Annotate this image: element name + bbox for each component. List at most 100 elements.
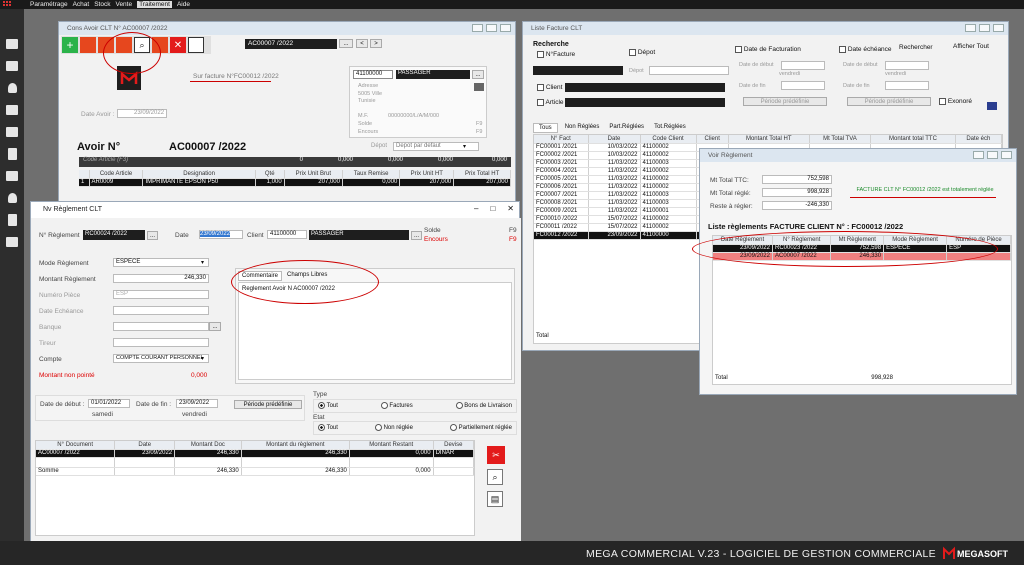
col-date-doc[interactable]: Date	[114, 441, 176, 450]
col-code-client[interactable]: Code Client	[640, 135, 697, 144]
client-checkbox[interactable]	[537, 84, 544, 91]
date-echeance-reglement-field[interactable]	[113, 306, 209, 315]
depot-filter-select[interactable]	[649, 66, 729, 75]
num-reglement-field[interactable]: RC00024 /2022	[83, 230, 145, 240]
type-tout-radio[interactable]: Tout	[318, 402, 338, 410]
add-button[interactable]: +	[62, 37, 78, 53]
periode-echeance-button[interactable]: Période prédéfinie	[847, 97, 931, 106]
box-icon[interactable]	[0, 99, 24, 121]
export-button[interactable]	[188, 37, 204, 53]
etat-tout-radio[interactable]: Tout	[318, 424, 338, 432]
client-reglement-more-button[interactable]: ...	[411, 231, 422, 240]
maximize-button[interactable]	[979, 24, 990, 32]
montant-reglement-field[interactable]: 246,330	[113, 274, 209, 283]
minimize-button[interactable]	[965, 24, 976, 32]
client-filter-field[interactable]	[565, 83, 725, 92]
cashier-icon[interactable]	[0, 231, 24, 253]
rechercher-button[interactable]: Rechercher	[899, 44, 933, 51]
depot-check[interactable]: Dépot	[629, 49, 655, 56]
article-checkbox[interactable]	[537, 99, 544, 106]
minimize-button[interactable]	[472, 24, 483, 32]
code-article-field[interactable]: Code Article (F3)	[79, 157, 239, 167]
copy-document-button[interactable]	[80, 37, 96, 53]
date-echeance-check[interactable]: Date échéance	[839, 46, 892, 53]
etat-partielle-radio[interactable]: Partiellement réglée	[449, 424, 512, 432]
close-button[interactable]	[1001, 151, 1012, 159]
date-fin-field[interactable]	[781, 81, 825, 90]
col-n-document[interactable]: N° Document	[36, 441, 116, 450]
compte-select[interactable]: COMPTE COURANT PERSONNEL	[113, 354, 209, 363]
briefcase-icon[interactable]	[0, 33, 24, 55]
table-row[interactable]: 1 AR0009 IMPRIMANTE EPSON P50 1,000 207,…	[79, 178, 511, 187]
minimize-button[interactable]: –	[474, 204, 478, 213]
col-montant-restant[interactable]: Montant Restant	[349, 441, 434, 450]
date-reglement-field[interactable]: 23/09/2022	[199, 230, 243, 239]
col-client[interactable]: Client	[696, 135, 729, 144]
menu-aide[interactable]: Aide	[177, 1, 190, 8]
tireur-field[interactable]	[113, 338, 209, 347]
col-tva[interactable]: Mt Total TVA	[809, 135, 872, 144]
banque-more-button[interactable]: ...	[209, 322, 221, 331]
num-more-button[interactable]: ...	[147, 231, 158, 240]
close-button[interactable]	[993, 24, 1004, 32]
nav-more-button[interactable]: ...	[339, 39, 353, 48]
col-date-ech[interactable]: Date éch	[955, 135, 1002, 144]
nfacture-check[interactable]: N°Facture	[537, 51, 575, 58]
banque-field[interactable]	[113, 322, 209, 331]
date-echeance-checkbox[interactable]	[839, 46, 846, 53]
echeance-fin-field[interactable]	[885, 81, 929, 90]
date-fin-reglement-field[interactable]: 23/09/2022	[176, 399, 218, 408]
date-avoir-field[interactable]: 23/09/2022	[117, 109, 167, 118]
date-facturation-check[interactable]: Date de Facturation	[735, 46, 801, 53]
print-doc-button[interactable]: ▤	[487, 491, 503, 507]
col-remise[interactable]: Taux Remise	[342, 170, 401, 179]
col-montant-ht[interactable]: Montant Total HT	[728, 135, 810, 144]
menu-achat[interactable]: Achat	[73, 1, 90, 8]
nfacture-checkbox[interactable]	[537, 51, 544, 58]
periode-button[interactable]: Période prédéfinie	[743, 97, 827, 106]
col-qte[interactable]: Qté	[255, 170, 285, 179]
mode-chevron-icon[interactable]: ▾	[201, 259, 204, 266]
client-code-field[interactable]: 41100000	[353, 70, 393, 79]
minimize-button[interactable]	[973, 151, 984, 159]
tab-part-reglees[interactable]: Part.Réglées	[606, 123, 647, 133]
nfacture-field[interactable]	[533, 66, 623, 75]
document-icon[interactable]	[0, 143, 24, 165]
maximize-button[interactable]: □	[490, 204, 495, 213]
col-montant-doc[interactable]: Montant Doc	[174, 441, 242, 450]
file-icon[interactable]	[0, 209, 24, 231]
truck-icon[interactable]	[0, 55, 24, 77]
echeance-debut-field[interactable]	[885, 61, 929, 70]
client-check[interactable]: Client	[537, 84, 562, 91]
depot-select[interactable]: Depot par defaut	[393, 142, 479, 151]
exonore-checkbox[interactable]	[939, 98, 946, 105]
person-icon[interactable]	[0, 187, 24, 209]
menu-parametrage[interactable]: Paramétrage	[30, 1, 68, 8]
menu-stock[interactable]: Stock	[94, 1, 110, 8]
col-devise[interactable]: Devise	[433, 441, 474, 450]
exonore-check[interactable]: Exonoré	[939, 98, 972, 105]
col-code[interactable]: Code Article	[89, 170, 144, 179]
client-more-button[interactable]: ...	[472, 70, 484, 79]
client-code-reglement[interactable]: 41100000	[267, 230, 307, 239]
type-factures-radio[interactable]: Factures	[380, 402, 413, 410]
menu-vente[interactable]: Vente	[115, 1, 132, 8]
date-facturation-checkbox[interactable]	[735, 46, 742, 53]
table-row[interactable]: AC00007 /2022 23/09/2022 246,330 246,330…	[36, 449, 474, 458]
maximize-button[interactable]	[486, 24, 497, 32]
close-button[interactable]: ✕	[507, 204, 514, 213]
mode-reglement-select[interactable]: ESPECE	[113, 258, 209, 267]
col-brut[interactable]: Prix Unit Brut	[284, 170, 343, 179]
user-icon[interactable]	[0, 77, 24, 99]
depot-checkbox[interactable]	[629, 49, 636, 56]
close-button[interactable]	[500, 24, 511, 32]
col-nfact[interactable]: N° Fact	[534, 135, 589, 144]
search-doc-button[interactable]: ⌕	[487, 469, 503, 485]
pointer-button[interactable]: ✂	[487, 446, 505, 464]
expand-icon[interactable]	[987, 102, 997, 110]
tab-non-reglees[interactable]: Non Réglées	[562, 123, 603, 133]
afficher-tout-button[interactable]: Afficher Tout	[953, 43, 989, 50]
article-filter-field[interactable]	[565, 98, 725, 107]
col-total-ht[interactable]: Prix Total HT	[453, 170, 511, 179]
article-check[interactable]: Article	[537, 99, 564, 106]
